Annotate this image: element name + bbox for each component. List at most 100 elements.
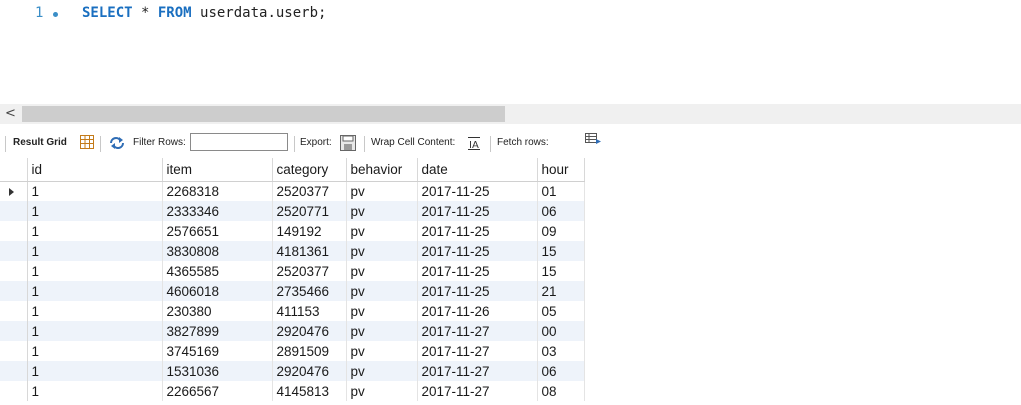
cell-id[interactable]: 1 [27, 221, 163, 241]
column-header-category[interactable]: category [272, 158, 347, 182]
cell-behavior[interactable]: pv [346, 241, 418, 261]
cell-behavior[interactable]: pv [346, 181, 418, 201]
table-row[interactable]: 1 3745169 2891509 pv 2017-11-27 03 [0, 341, 585, 361]
cell-id[interactable]: 1 [27, 301, 163, 321]
cell-behavior[interactable]: pv [346, 201, 418, 221]
table-row[interactable]: 1 1531036 2920476 pv 2017-11-27 06 [0, 361, 585, 381]
grid-view-icon[interactable] [80, 135, 94, 152]
sql-statement[interactable]: SELECT * FROM userdata.userb; [82, 5, 326, 21]
row-selector[interactable] [0, 181, 28, 201]
cell-hour[interactable]: 05 [537, 301, 585, 321]
cell-category[interactable]: 2891509 [272, 341, 347, 361]
cell-item[interactable]: 3827899 [162, 321, 273, 341]
cell-hour[interactable]: 03 [537, 341, 585, 361]
cell-date[interactable]: 2017-11-27 [417, 341, 538, 361]
cell-hour[interactable]: 01 [537, 181, 585, 201]
row-selector[interactable] [0, 221, 28, 241]
cell-id[interactable]: 1 [27, 321, 163, 341]
cell-date[interactable]: 2017-11-27 [417, 361, 538, 381]
sql-editor[interactable]: 1 SELECT * FROM userdata.userb; [0, 0, 1021, 104]
cell-hour[interactable]: 15 [537, 241, 585, 261]
cell-hour[interactable]: 00 [537, 321, 585, 341]
cell-item[interactable]: 2333346 [162, 201, 273, 221]
cell-id[interactable]: 1 [27, 361, 163, 381]
row-selector[interactable] [0, 201, 28, 221]
cell-behavior[interactable]: pv [346, 321, 418, 341]
cell-category[interactable]: 411153 [272, 301, 347, 321]
cell-hour[interactable]: 21 [537, 281, 585, 301]
table-row[interactable]: 1 3830808 4181361 pv 2017-11-25 15 [0, 241, 585, 261]
cell-id[interactable]: 1 [27, 341, 163, 361]
cell-hour[interactable]: 08 [537, 381, 585, 401]
scroll-left-arrow-icon[interactable]: < [5, 104, 16, 124]
column-header-id[interactable]: id [27, 158, 163, 182]
wrap-text-icon[interactable]: IA [467, 136, 481, 153]
cell-behavior[interactable]: pv [346, 381, 418, 401]
cell-date[interactable]: 2017-11-25 [417, 221, 538, 241]
cell-date[interactable]: 2017-11-25 [417, 261, 538, 281]
cell-hour[interactable]: 06 [537, 361, 585, 381]
row-selector[interactable] [0, 321, 28, 341]
fetch-rows-icon[interactable] [585, 133, 601, 150]
cell-date[interactable]: 2017-11-25 [417, 201, 538, 221]
cell-behavior[interactable]: pv [346, 221, 418, 241]
cell-item[interactable]: 2576651 [162, 221, 273, 241]
column-header-behavior[interactable]: behavior [346, 158, 418, 182]
table-row[interactable]: 1 2268318 2520377 pv 2017-11-25 01 [0, 181, 585, 201]
cell-date[interactable]: 2017-11-27 [417, 321, 538, 341]
scrollbar-thumb[interactable] [22, 106, 505, 122]
result-grid[interactable]: id item category behavior date hour 1 226… [0, 158, 585, 401]
cell-category[interactable]: 2520771 [272, 201, 347, 221]
cell-id[interactable]: 1 [27, 281, 163, 301]
cell-category[interactable]: 4181361 [272, 241, 347, 261]
table-row[interactable]: 1 230380 411153 pv 2017-11-26 05 [0, 301, 585, 321]
cell-date[interactable]: 2017-11-25 [417, 241, 538, 261]
cell-hour[interactable]: 15 [537, 261, 585, 281]
cell-date[interactable]: 2017-11-26 [417, 301, 538, 321]
cell-id[interactable]: 1 [27, 181, 163, 201]
row-selector[interactable] [0, 361, 28, 381]
cell-id[interactable]: 1 [27, 201, 163, 221]
column-header-date[interactable]: date [417, 158, 538, 182]
row-selector[interactable] [0, 301, 28, 321]
cell-behavior[interactable]: pv [346, 261, 418, 281]
cell-category[interactable]: 149192 [272, 221, 347, 241]
cell-category[interactable]: 2735466 [272, 281, 347, 301]
cell-id[interactable]: 1 [27, 261, 163, 281]
export-icon[interactable] [340, 135, 356, 154]
cell-id[interactable]: 1 [27, 381, 163, 401]
cell-category[interactable]: 2920476 [272, 321, 347, 341]
cell-item[interactable]: 1531036 [162, 361, 273, 381]
cell-item[interactable]: 2268318 [162, 181, 273, 201]
row-selector[interactable] [0, 381, 28, 401]
refresh-icon[interactable] [109, 136, 125, 153]
editor-horizontal-scrollbar[interactable]: < [0, 104, 1021, 124]
cell-behavior[interactable]: pv [346, 361, 418, 381]
table-row[interactable]: 1 4365585 2520377 pv 2017-11-25 15 [0, 261, 585, 281]
cell-behavior[interactable]: pv [346, 301, 418, 321]
column-header-item[interactable]: item [162, 158, 273, 182]
table-row[interactable]: 1 2333346 2520771 pv 2017-11-25 06 [0, 201, 585, 221]
row-selector[interactable] [0, 341, 28, 361]
cell-category[interactable]: 2520377 [272, 261, 347, 281]
table-row[interactable]: 1 2266567 4145813 pv 2017-11-27 08 [0, 381, 585, 401]
cell-date[interactable]: 2017-11-25 [417, 181, 538, 201]
table-row[interactable]: 1 4606018 2735466 pv 2017-11-25 21 [0, 281, 585, 301]
cell-item[interactable]: 3745169 [162, 341, 273, 361]
filter-rows-input[interactable] [190, 133, 288, 151]
table-row[interactable]: 1 2576651 149192 pv 2017-11-25 09 [0, 221, 585, 241]
cell-behavior[interactable]: pv [346, 281, 418, 301]
cell-item[interactable]: 3830808 [162, 241, 273, 261]
result-grid-tab[interactable]: Result Grid [13, 130, 67, 156]
cell-behavior[interactable]: pv [346, 341, 418, 361]
cell-id[interactable]: 1 [27, 241, 163, 261]
cell-category[interactable]: 2520377 [272, 181, 347, 201]
cell-item[interactable]: 4606018 [162, 281, 273, 301]
cell-hour[interactable]: 06 [537, 201, 585, 221]
row-selector[interactable] [0, 241, 28, 261]
table-row[interactable]: 1 3827899 2920476 pv 2017-11-27 00 [0, 321, 585, 341]
cell-date[interactable]: 2017-11-27 [417, 381, 538, 401]
column-header-hour[interactable]: hour [537, 158, 585, 182]
cell-hour[interactable]: 09 [537, 221, 585, 241]
row-selector[interactable] [0, 281, 28, 301]
